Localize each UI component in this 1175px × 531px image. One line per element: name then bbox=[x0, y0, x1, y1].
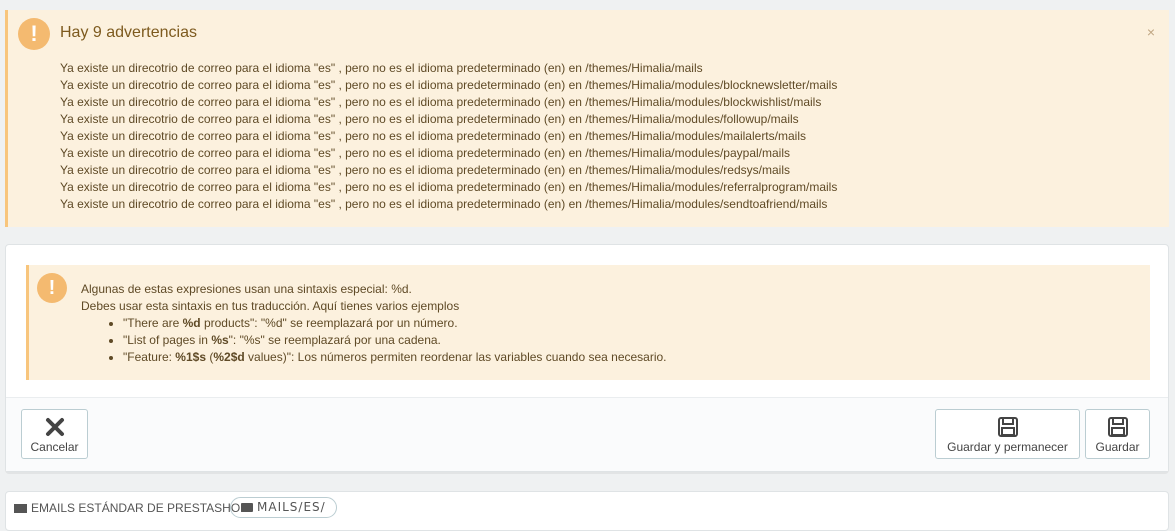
syntax-info-alert: ! Algunas de estas expresiones usan una … bbox=[26, 265, 1150, 380]
example-token: %2$d bbox=[213, 350, 245, 364]
warning-item: Ya existe un direcotrio de correo para e… bbox=[60, 112, 799, 126]
examples-list: "There are %d products": "%d" se reempla… bbox=[123, 315, 667, 366]
example-text: "Feature: bbox=[123, 350, 176, 364]
save-button[interactable]: Guardar bbox=[1085, 409, 1150, 459]
example-item: "There are %d products": "%d" se reempla… bbox=[123, 315, 667, 332]
warning-item: Ya existe un direcotrio de correo para e… bbox=[60, 95, 822, 109]
example-item: "Feature: %1$s (%2$d values)": Los númer… bbox=[123, 349, 667, 366]
syntax-info-text: Algunas de estas expresiones usan una si… bbox=[81, 281, 667, 366]
example-item: "List of pages in %s": "%s" se reemplaza… bbox=[123, 332, 667, 349]
example-text: products": "%d" se reemplazará por un nú… bbox=[200, 316, 458, 330]
warnings-list: Ya existe un direcotrio de correo para e… bbox=[60, 60, 837, 213]
example-text: "List of pages in bbox=[123, 333, 212, 347]
close-icon bbox=[45, 418, 64, 436]
warning-item: Ya existe un direcotrio de correo para e… bbox=[60, 180, 838, 194]
section-title-text: Emails estándar de PrestaShop bbox=[31, 501, 249, 515]
cancel-button[interactable]: Cancelar bbox=[21, 409, 88, 459]
warning-icon: ! bbox=[37, 273, 67, 303]
panel-footer: Cancelar Guardar y permanecer Guardar bbox=[6, 397, 1168, 471]
mail-path-badge[interactable]: MAILS/ES/ bbox=[230, 497, 337, 518]
warning-item: Ya existe un direcotrio de correo para e… bbox=[60, 61, 703, 75]
warning-item: Ya existe un direcotrio de correo para e… bbox=[60, 129, 806, 143]
save-and-stay-button[interactable]: Guardar y permanecer bbox=[935, 409, 1080, 459]
warnings-title: Hay 9 advertencias bbox=[60, 24, 197, 41]
close-icon[interactable]: × bbox=[1147, 24, 1155, 40]
standard-emails-section: Emails estándar de PrestaShop MAILS/ES/ bbox=[5, 491, 1169, 531]
save-icon bbox=[997, 417, 1018, 437]
save-and-stay-label: Guardar y permanecer bbox=[947, 440, 1068, 454]
save-label: Guardar bbox=[1095, 440, 1140, 454]
example-token: %1$s bbox=[175, 350, 206, 364]
warning-item: Ya existe un direcotrio de correo para e… bbox=[60, 78, 838, 92]
example-token: %d bbox=[182, 316, 201, 330]
mail-path-text: MAILS/ES/ bbox=[257, 500, 326, 514]
warnings-alert: ! Hay 9 advertencias × Ya existe un dire… bbox=[5, 10, 1169, 227]
translation-panel: ! Algunas de estas expresiones usan una … bbox=[5, 244, 1169, 472]
envelope-icon bbox=[14, 504, 27, 513]
save-icon bbox=[1107, 417, 1128, 437]
example-token: %s bbox=[211, 333, 229, 347]
example-text: values)": Los números permiten reordenar… bbox=[244, 350, 667, 364]
warning-item: Ya existe un direcotrio de correo para e… bbox=[60, 163, 790, 177]
warning-item: Ya existe un direcotrio de correo para e… bbox=[60, 146, 790, 160]
example-text: ": "%s" se reemplazará por una cadena. bbox=[228, 333, 441, 347]
cancel-label: Cancelar bbox=[30, 440, 79, 454]
warning-item: Ya existe un direcotrio de correo para e… bbox=[60, 197, 828, 211]
info-line: Debes usar esta sintaxis en tus traducci… bbox=[81, 299, 460, 313]
info-line: Algunas de estas expresiones usan una si… bbox=[81, 282, 412, 296]
folder-icon bbox=[241, 503, 253, 512]
warning-icon: ! bbox=[18, 18, 50, 50]
section-title: Emails estándar de PrestaShop bbox=[14, 501, 248, 515]
example-text: "There are bbox=[123, 316, 183, 330]
